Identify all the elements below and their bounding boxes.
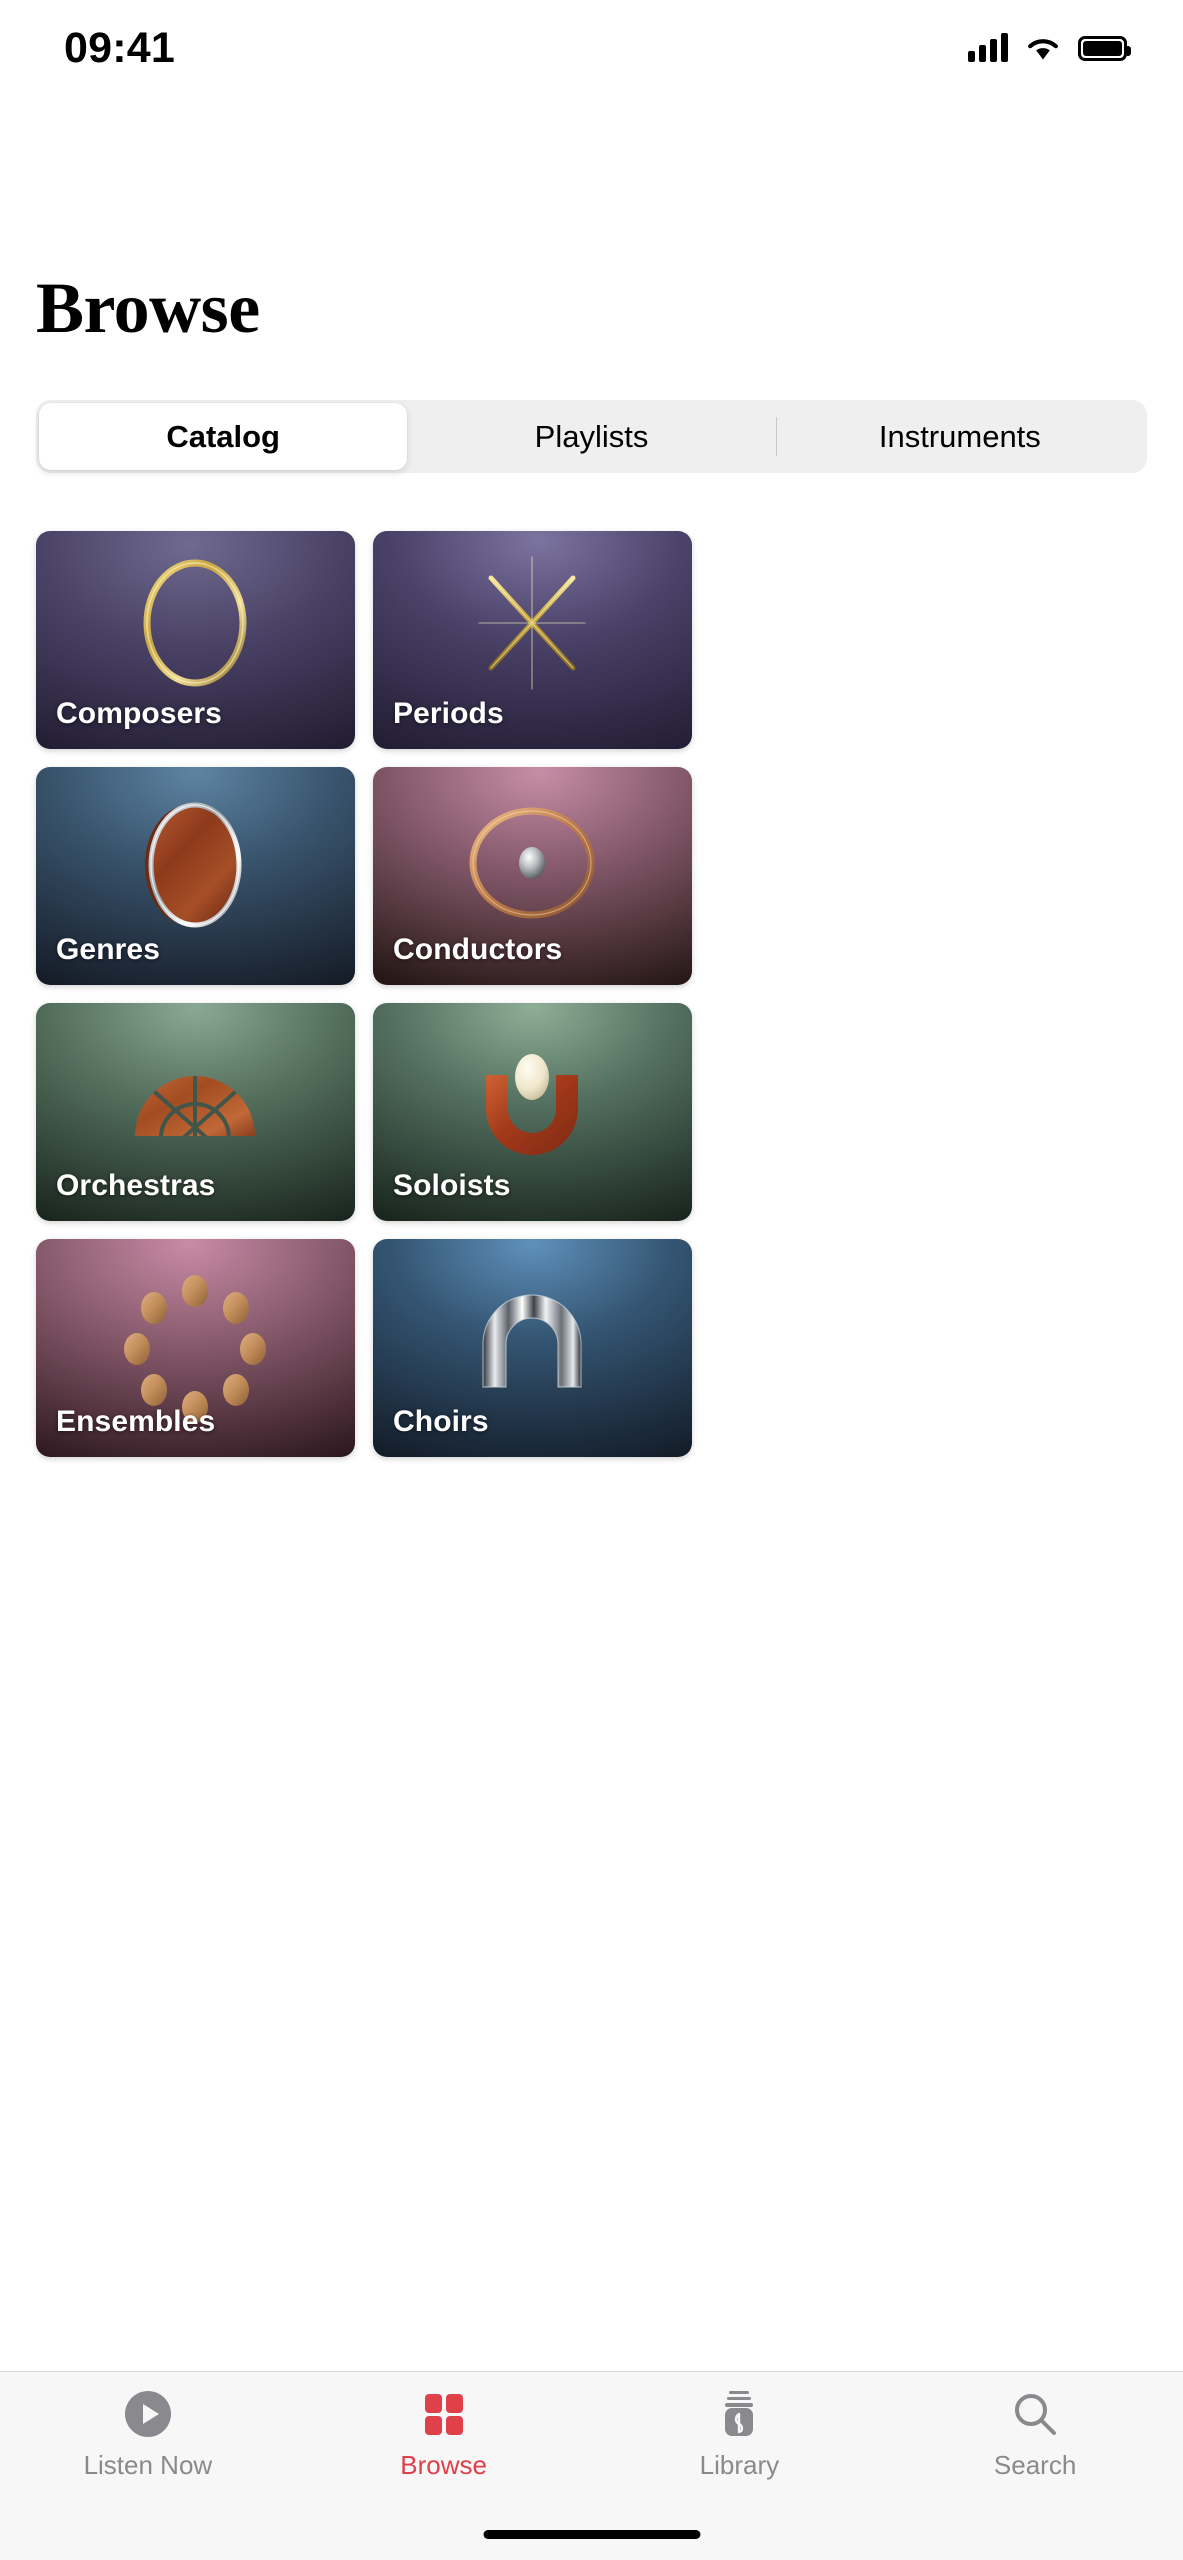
segment-playlists[interactable]: Playlists — [407, 403, 775, 470]
card-conductors[interactable]: Conductors — [373, 767, 692, 985]
tab-listen-now-label: Listen Now — [83, 2450, 213, 2480]
card-conductors-label: Conductors — [393, 933, 563, 966]
play-circle-icon — [123, 2388, 173, 2440]
card-periods[interactable]: Periods — [373, 531, 692, 749]
card-choirs[interactable]: Choirs — [373, 1239, 692, 1457]
segment-instruments[interactable]: Instruments — [775, 403, 1144, 470]
tab-library[interactable]: Library — [592, 2388, 888, 2481]
card-genres[interactable]: Genres — [36, 767, 355, 985]
card-ensembles-label: Ensembles — [56, 1405, 216, 1438]
card-soloists[interactable]: Soloists — [373, 1003, 692, 1221]
tab-library-label: Library — [699, 2450, 780, 2480]
card-ensembles[interactable]: Ensembles — [36, 1239, 355, 1457]
status-bar: 09:41 — [0, 0, 1183, 96]
home-indicator — [483, 2530, 700, 2539]
tab-search[interactable]: Search — [887, 2388, 1183, 2481]
cellular-signal-icon — [968, 33, 1008, 62]
segment-instruments-label: Instruments — [878, 418, 1041, 454]
search-icon — [1010, 2388, 1060, 2440]
grid-squares-icon — [419, 2388, 469, 2440]
card-choirs-label: Choirs — [393, 1405, 489, 1438]
status-indicators — [968, 33, 1131, 62]
page-title: Browse — [36, 268, 260, 348]
card-genres-label: Genres — [56, 933, 160, 966]
music-library-icon — [714, 2388, 764, 2440]
segmented-control[interactable]: Catalog Playlists Instruments — [36, 400, 1147, 473]
tab-browse[interactable]: Browse — [296, 2388, 592, 2481]
card-periods-label: Periods — [393, 697, 504, 730]
browse-card-grid: Composers Periods Genres Conductors Orch… — [36, 531, 1147, 1457]
card-composers[interactable]: Composers — [36, 531, 355, 749]
card-orchestras[interactable]: Orchestras — [36, 1003, 355, 1221]
tab-bar: Listen Now Browse Library Search — [0, 2371, 1183, 2560]
battery-full-icon — [1078, 35, 1131, 61]
segment-catalog[interactable]: Catalog — [39, 403, 408, 470]
card-orchestras-label: Orchestras — [56, 1169, 216, 1202]
tab-listen-now[interactable]: Listen Now — [0, 2388, 296, 2481]
segment-catalog-label: Catalog — [166, 418, 280, 454]
status-time: 09:41 — [64, 23, 175, 72]
card-soloists-label: Soloists — [393, 1169, 511, 1202]
segment-playlists-label: Playlists — [534, 418, 649, 454]
wifi-icon — [1028, 39, 1058, 60]
tab-search-label: Search — [993, 2450, 1077, 2480]
tab-browse-label: Browse — [400, 2450, 487, 2480]
card-composers-label: Composers — [56, 697, 222, 730]
